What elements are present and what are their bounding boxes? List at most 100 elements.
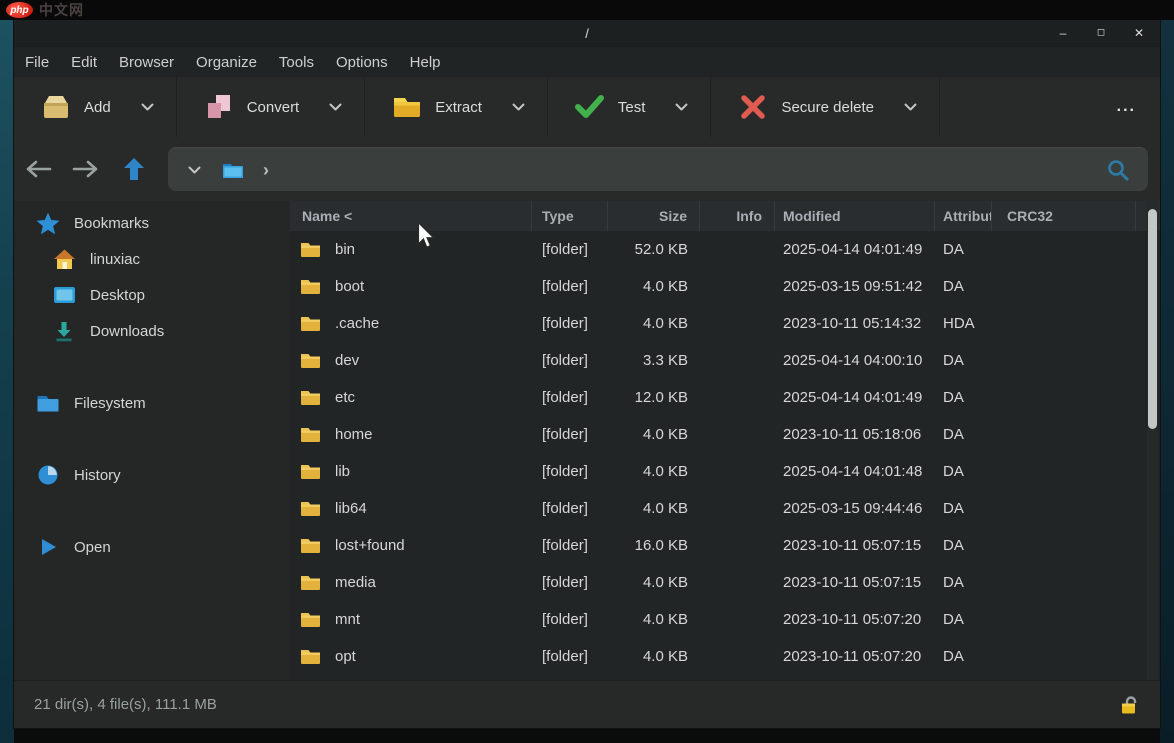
menu-item-edit[interactable]: Edit — [60, 47, 108, 78]
more-options-button[interactable]: ... — [1093, 98, 1160, 116]
column-header-modified[interactable]: Modified — [775, 201, 935, 231]
toolbar-button-extract[interactable]: Extract — [383, 87, 490, 127]
vertical-scrollbar[interactable] — [1147, 201, 1158, 680]
cell-modified: 2025-04-14 04:01:49 — [775, 379, 935, 416]
folder-icon — [300, 500, 321, 517]
status-bar: 21 dir(s), 4 file(s), 111.1 MB — [14, 680, 1160, 728]
cell-attrib: DA — [935, 601, 992, 638]
forward-button[interactable] — [62, 159, 110, 179]
cell-type: [folder] — [532, 638, 608, 675]
up-button[interactable] — [110, 157, 158, 181]
cell-attrib: DA — [935, 342, 992, 379]
cell-modified: 2025-03-15 09:51:42 — [775, 268, 935, 305]
menu-item-help[interactable]: Help — [399, 47, 452, 78]
cell-info — [700, 231, 775, 268]
file-name: mnt — [335, 611, 360, 628]
address-history-dropdown[interactable] — [184, 166, 211, 174]
chevron-down-icon — [188, 166, 201, 174]
table-row-lost-found[interactable]: lost+found[folder]16.0 KB2023-10-11 05:0… — [290, 527, 1160, 564]
toolbar-dropdown-add[interactable] — [135, 97, 160, 117]
table-row-boot[interactable]: boot[folder]4.0 KB2025-03-15 09:51:42DA — [290, 268, 1160, 305]
column-header-type[interactable]: Type — [532, 201, 608, 231]
cell-modified: 2023-10-11 05:18:06 — [775, 416, 935, 453]
column-header-size[interactable]: Size — [608, 201, 700, 231]
table-row-bin[interactable]: bin[folder]52.0 KB2025-04-14 04:01:49DA — [290, 231, 1160, 268]
cell-crc32 — [992, 342, 1136, 379]
title-bar[interactable]: / – ◻ ✕ — [14, 20, 1160, 46]
table-row-etc[interactable]: etc[folder]12.0 KB2025-04-14 04:01:49DA — [290, 379, 1160, 416]
toolbar-dropdown-test[interactable] — [669, 97, 694, 117]
cell-type: [folder] — [532, 268, 608, 305]
column-header-name-[interactable]: Name < — [290, 201, 532, 231]
cell-size: 12.0 KB — [608, 379, 700, 416]
sidebar-item-label: linuxiac — [90, 251, 140, 268]
menu-item-browser[interactable]: Browser — [108, 47, 185, 78]
menu-item-file[interactable]: File — [14, 47, 60, 78]
toolbar-button-add[interactable]: Add — [32, 87, 119, 127]
file-name: dev — [335, 352, 359, 369]
cell-name: boot — [290, 268, 532, 305]
back-button[interactable] — [14, 159, 62, 179]
desktop-background-right — [1160, 0, 1174, 743]
sidebar-item-label: Downloads — [90, 323, 164, 340]
toolbar-button-test[interactable]: Test — [566, 87, 654, 127]
folder-icon — [300, 426, 321, 443]
column-header-attributes[interactable]: Attributes — [935, 201, 992, 231]
address-bar[interactable]: › — [168, 147, 1148, 191]
desktop-background-left — [0, 0, 14, 743]
sidebar-item-bookmarks[interactable]: Bookmarks — [14, 205, 290, 241]
sidebar-item-history[interactable]: History — [14, 457, 290, 493]
folder-icon — [300, 537, 321, 554]
cell-type: [folder] — [532, 453, 608, 490]
cell-info — [700, 490, 775, 527]
table-row-dev[interactable]: dev[folder]3.3 KB2025-04-14 04:00:10DA — [290, 342, 1160, 379]
sidebar-item-open[interactable]: Open — [14, 529, 290, 565]
search-button[interactable] — [1106, 158, 1132, 182]
app-window: / – ◻ ✕ FileEditBrowserOrganizeToolsOpti… — [14, 20, 1160, 728]
cell-type: [folder] — [532, 305, 608, 342]
toolbar-dropdown-secure-delete[interactable] — [898, 97, 923, 117]
table-row-lib64[interactable]: lib64[folder]4.0 KB2025-03-15 09:44:46DA — [290, 490, 1160, 527]
unlock-icon[interactable] — [1118, 694, 1140, 716]
menu-item-tools[interactable]: Tools — [268, 47, 325, 78]
cell-crc32 — [992, 305, 1136, 342]
cell-attrib: DA — [935, 564, 992, 601]
table-row-lib[interactable]: lib[folder]4.0 KB2025-04-14 04:01:48DA — [290, 453, 1160, 490]
cell-size: 16.0 KB — [608, 527, 700, 564]
status-summary: 21 dir(s), 4 file(s), 111.1 MB — [34, 696, 217, 713]
close-icon[interactable]: ✕ — [1132, 27, 1146, 39]
cell-name: media — [290, 564, 532, 601]
table-row--cache[interactable]: .cache[folder]4.0 KB2023-10-11 05:14:32H… — [290, 305, 1160, 342]
menu-item-options[interactable]: Options — [325, 47, 399, 78]
sidebar-item-filesystem[interactable]: Filesystem — [14, 385, 290, 421]
file-name: .cache — [335, 315, 379, 332]
cell-info — [700, 416, 775, 453]
toolbar-button-secure-delete[interactable]: Secure delete — [729, 87, 882, 127]
table-row-media[interactable]: media[folder]4.0 KB2023-10-11 05:07:15DA — [290, 564, 1160, 601]
cell-crc32 — [992, 527, 1136, 564]
column-header-crc32[interactable]: CRC32 — [992, 201, 1136, 231]
sidebar-item-downloads[interactable]: Downloads — [14, 313, 290, 349]
toolbar-dropdown-convert[interactable] — [323, 97, 348, 117]
sidebar-item-linuxiac[interactable]: linuxiac — [14, 241, 290, 277]
minimize-icon[interactable]: – — [1056, 27, 1070, 39]
scrollbar-thumb[interactable] — [1148, 209, 1157, 429]
file-pane: Name <TypeSizeInfoModifiedAttributesCRC3… — [290, 201, 1160, 680]
sidebar-item-label: Filesystem — [74, 395, 146, 412]
toolbar-button-convert[interactable]: Convert — [195, 87, 308, 127]
toolbar-dropdown-extract[interactable] — [506, 97, 531, 117]
sidebar-item-label: Desktop — [90, 287, 145, 304]
folder-icon — [300, 389, 321, 406]
maximize-icon[interactable]: ◻ — [1094, 28, 1108, 38]
table-row-home[interactable]: home[folder]4.0 KB2023-10-11 05:18:06DA — [290, 416, 1160, 453]
menu-item-organize[interactable]: Organize — [185, 47, 268, 78]
sidebar-item-desktop[interactable]: Desktop — [14, 277, 290, 313]
cell-crc32 — [992, 490, 1136, 527]
cell-crc32 — [992, 379, 1136, 416]
cell-name: home — [290, 416, 532, 453]
table-row-mnt[interactable]: mnt[folder]4.0 KB2023-10-11 05:07:20DA — [290, 601, 1160, 638]
root-folder-icon[interactable] — [221, 160, 245, 180]
cell-size: 4.0 KB — [608, 601, 700, 638]
column-header-info[interactable]: Info — [700, 201, 775, 231]
table-row-opt[interactable]: opt[folder]4.0 KB2023-10-11 05:07:20DA — [290, 638, 1160, 675]
